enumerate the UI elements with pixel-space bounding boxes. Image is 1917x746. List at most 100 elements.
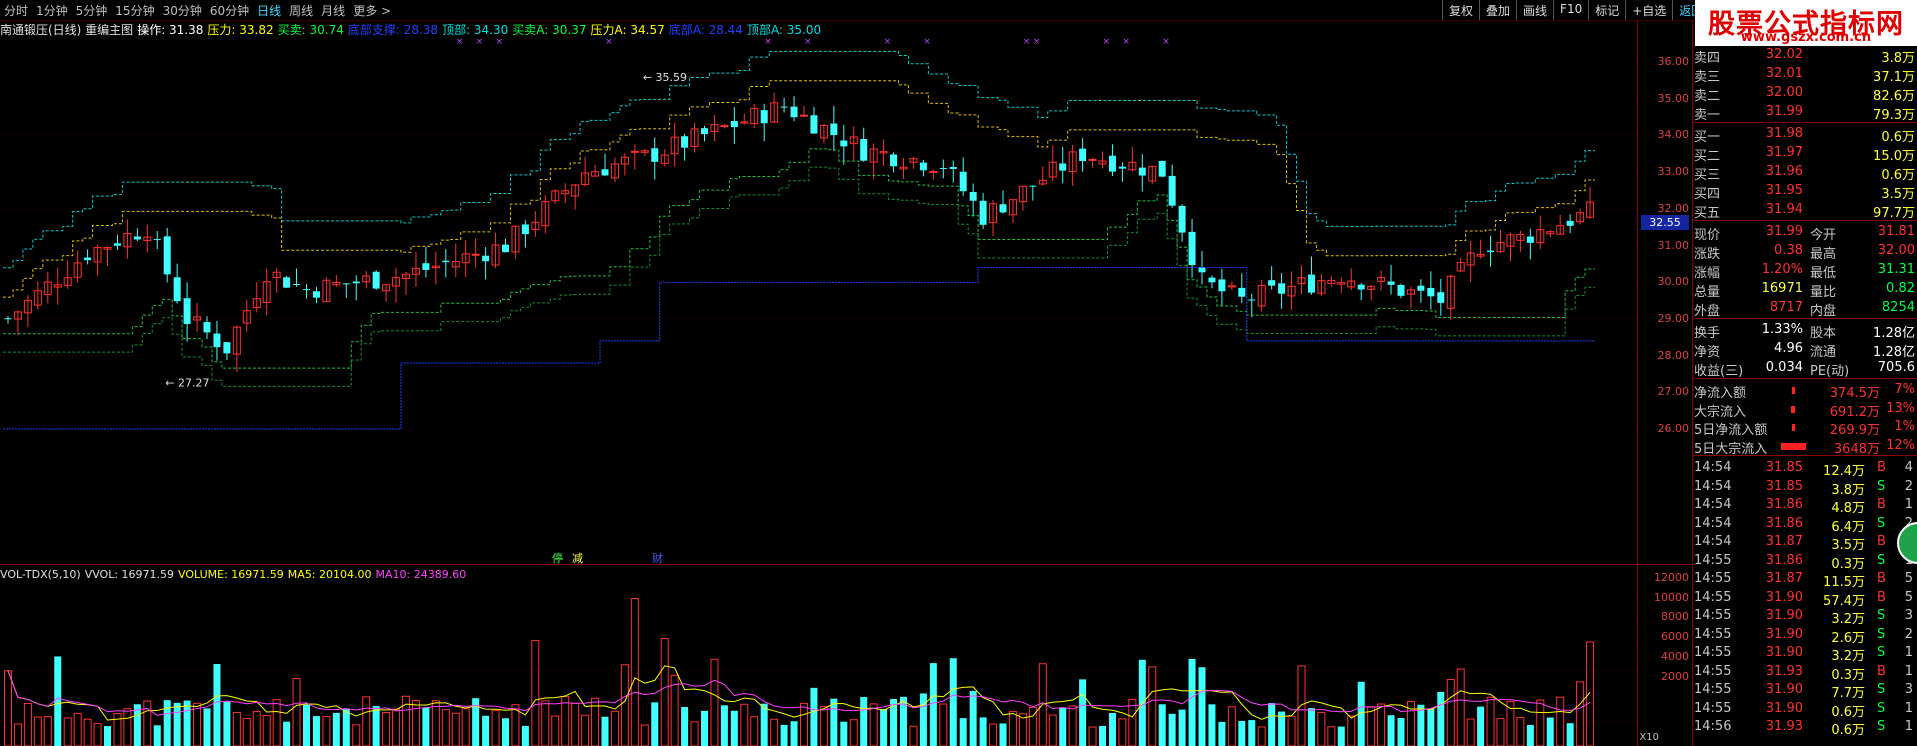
period-tab[interactable]: 分时 xyxy=(0,2,32,19)
signal-marker: × xyxy=(496,37,504,47)
candle-body xyxy=(352,281,360,284)
tick-row: 14:5431.866.4万S2 xyxy=(1693,515,1915,535)
tick-price: 31.90 xyxy=(1765,700,1803,716)
volume-bar xyxy=(640,724,649,746)
candle-body xyxy=(482,255,490,262)
tick-price: 31.90 xyxy=(1765,626,1803,642)
period-tab[interactable]: 周线 xyxy=(285,2,317,19)
volume-bar xyxy=(810,687,818,746)
volume-bar xyxy=(819,705,828,746)
legend-item: 操作: 31.38 xyxy=(137,23,204,37)
period-tab[interactable]: 日线 xyxy=(253,2,285,19)
candle-body xyxy=(113,243,121,246)
tick-time: 14:55 xyxy=(1694,682,1732,697)
volume-bar xyxy=(840,721,848,746)
candle-body xyxy=(1088,158,1097,161)
quote-value: 16971 xyxy=(1761,281,1803,296)
signal-marker: × xyxy=(923,37,931,47)
volume-bar xyxy=(1297,665,1306,746)
tick-volume: 3.2万 xyxy=(1831,649,1865,664)
volume-bar xyxy=(1128,698,1137,746)
tick-side: S xyxy=(1877,608,1886,623)
tick-side: S xyxy=(1877,626,1886,642)
period-tab[interactable]: 5分钟 xyxy=(72,2,112,19)
fund-flow-row: 大宗流入 691.2万 13% xyxy=(1693,400,1915,420)
legend-item: 底部A: 28.44 xyxy=(668,23,743,37)
volume-bar xyxy=(730,710,738,746)
quote-panel: 卖四 32.02 3.8万 卖三 32.01 37.1万 卖二 32.00 82.6万 卖一 31.… xyxy=(1693,46,1917,746)
tick-volume: 3.8万 xyxy=(1831,482,1865,498)
volume-bar xyxy=(531,639,540,746)
volume-bar xyxy=(800,702,808,746)
volume-bar xyxy=(491,709,500,746)
order-price: 32.02 xyxy=(1765,47,1803,62)
tick-time: 14:55 xyxy=(1694,645,1732,660)
volume-bar xyxy=(1118,718,1127,746)
volume-bar xyxy=(252,711,261,746)
tick-price: 31.87 xyxy=(1765,534,1803,549)
tick-row: 14:5431.873.5万B1 xyxy=(1693,533,1915,553)
candle-body xyxy=(1108,155,1116,172)
candle-body xyxy=(1526,236,1534,243)
tick-volume: 57.4万 xyxy=(1823,593,1865,609)
volume-bar xyxy=(441,709,450,746)
volume-bar xyxy=(1287,715,1296,746)
quote-value: 31.81 xyxy=(1877,224,1915,239)
volume-bar xyxy=(830,698,838,746)
order-label: 卖四 xyxy=(1694,51,1721,66)
period-tab[interactable]: 月线 xyxy=(317,2,349,19)
volume-bar xyxy=(880,708,888,746)
signal-marker: × xyxy=(1103,37,1111,47)
volume-bar xyxy=(4,670,12,746)
tick-side: S xyxy=(1877,700,1886,716)
toolbar-button[interactable]: F10 xyxy=(1553,0,1588,20)
candle-body xyxy=(760,110,768,124)
period-tab[interactable]: 15分钟 xyxy=(111,2,158,19)
fund-flow-row: 5日大宗流入 3648万 12% xyxy=(1693,437,1915,457)
period-tab[interactable]: 30分钟 xyxy=(159,2,206,19)
candle-body xyxy=(1059,163,1067,171)
quote-row: 现价 31.99 今开 31.81 xyxy=(1693,223,1915,243)
toolbar-button[interactable]: 画线 xyxy=(1516,0,1553,20)
fundamental-value: 1.28亿 xyxy=(1873,345,1915,360)
candle-body xyxy=(133,236,141,240)
volume-axis-label: 8000 xyxy=(1661,610,1689,624)
tick-volume: 4.8万 xyxy=(1831,501,1865,516)
candle-body xyxy=(1268,280,1276,286)
volume-bar xyxy=(1387,715,1395,746)
fund-flow-bar xyxy=(1791,387,1795,394)
event-flag: 财 xyxy=(652,551,663,564)
tick-row: 14:56 31.93 0.6万 S 1 xyxy=(1693,718,1915,738)
tick-row: 14:55 31.90 3.2万 S 3 xyxy=(1693,607,1915,627)
signal-marker: × xyxy=(884,37,892,47)
candle-body xyxy=(1238,287,1246,297)
tick-side: S xyxy=(1877,645,1886,660)
tick-time: 14:55 xyxy=(1694,552,1732,568)
period-tab[interactable]: 更多 > xyxy=(349,2,395,19)
volume-bar xyxy=(1327,726,1336,746)
candle-body xyxy=(203,322,211,333)
tick-price: 31.86 xyxy=(1765,515,1803,531)
volume-bar xyxy=(352,724,361,746)
order-price: 31.96 xyxy=(1765,164,1803,179)
volume-bar xyxy=(581,714,590,746)
volume-bar xyxy=(372,706,380,746)
volume-bar xyxy=(73,712,82,746)
toolbar-button[interactable]: 复权 xyxy=(1442,0,1479,20)
tick-count: 1 xyxy=(1904,663,1913,679)
tick-row: 14:55 31.90 3.2万 S 1 xyxy=(1693,644,1915,664)
volume-bar xyxy=(620,664,629,746)
toolbar-button[interactable]: 标记 xyxy=(1588,0,1625,20)
tick-time: 14:55 xyxy=(1694,608,1732,623)
toolbar: 分时 1分钟 5分钟 15分钟 30分钟 60分钟 日线 周线 月线 更多 > 复权 叠加 画线 F10… xyxy=(0,0,1917,21)
period-tab[interactable]: 1分钟 xyxy=(32,2,72,19)
candle-body xyxy=(1397,284,1405,296)
volume-chart[interactable] xyxy=(0,580,1637,746)
tick-price: 31.85 xyxy=(1765,478,1803,494)
toolbar-button[interactable]: 叠加 xyxy=(1479,0,1516,20)
candle-body xyxy=(730,120,738,128)
tick-price: 31.90 xyxy=(1765,682,1803,697)
candlestick-chart[interactable]: ← 35.59← 27.27× × × × × × × × × × × × ×停减财 xyxy=(0,36,1637,564)
divider xyxy=(1693,122,1917,123)
period-tab[interactable]: 60分钟 xyxy=(206,2,253,19)
